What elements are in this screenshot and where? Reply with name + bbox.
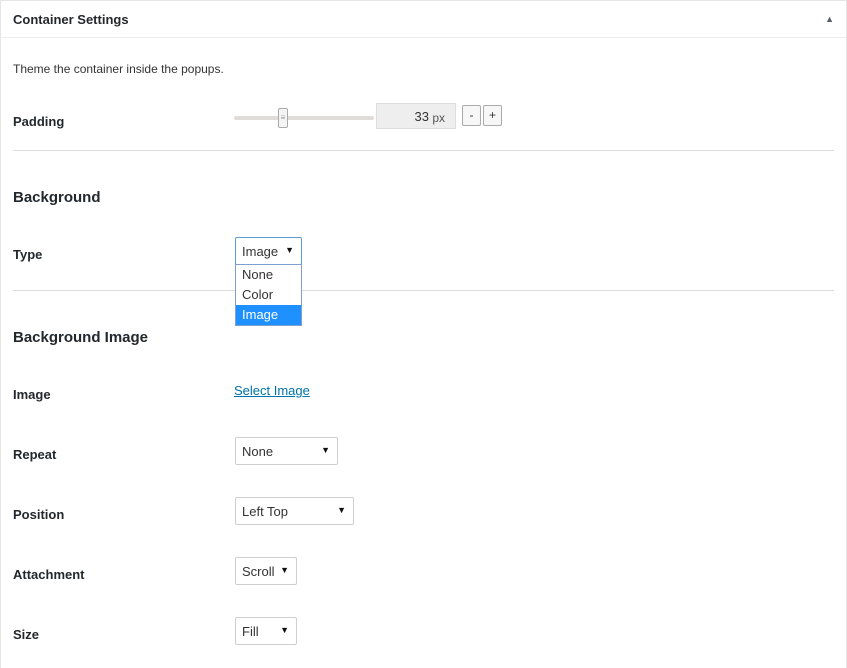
size-select-value: Fill — [242, 624, 259, 639]
size-label: Size — [13, 627, 40, 642]
panel-title: Container Settings — [13, 12, 129, 27]
repeat-select-value: None — [242, 444, 274, 459]
type-select[interactable]: Image ▼ — [235, 237, 302, 265]
grip-icon: ≡ — [280, 113, 286, 122]
panel-header[interactable]: Container Settings ▲ — [1, 1, 846, 38]
padding-number-input[interactable]: 33 px — [376, 103, 456, 129]
type-dropdown-list: None Color Image — [235, 264, 302, 326]
size-select[interactable]: Fill ▼ — [235, 617, 297, 645]
chevron-down-icon: ▼ — [280, 565, 289, 575]
background-heading: Background — [13, 189, 101, 206]
container-settings-panel: Container Settings ▲ Theme the container… — [0, 0, 847, 668]
padding-increment-button[interactable]: + — [483, 105, 502, 126]
select-image-link[interactable]: Select Image — [234, 383, 310, 398]
collapse-triangle-icon[interactable]: ▲ — [825, 14, 834, 24]
padding-unit: px — [432, 111, 445, 125]
padding-label: Padding — [13, 114, 65, 129]
type-option-image[interactable]: Image — [236, 305, 301, 325]
panel-description: Theme the container inside the popups. — [13, 62, 224, 76]
background-image-heading: Background Image — [13, 329, 149, 346]
repeat-label: Repeat — [13, 447, 57, 462]
padding-value: 33 — [414, 109, 429, 124]
position-label: Position — [13, 507, 65, 522]
repeat-select[interactable]: None ▼ — [235, 437, 338, 465]
type-label: Type — [13, 247, 43, 262]
chevron-down-icon: ▼ — [280, 625, 289, 635]
divider — [13, 150, 834, 151]
type-option-none[interactable]: None — [236, 265, 301, 285]
attachment-select[interactable]: Scroll ▼ — [235, 557, 297, 585]
padding-decrement-button[interactable]: - — [462, 105, 481, 126]
chevron-down-icon: ▼ — [285, 245, 294, 255]
type-option-color[interactable]: Color — [236, 285, 301, 305]
chevron-down-icon: ▼ — [321, 445, 330, 455]
divider — [13, 290, 834, 291]
attachment-select-value: Scroll — [242, 564, 275, 579]
padding-slider-handle[interactable]: ≡ — [278, 108, 288, 128]
position-select-value: Left Top — [242, 504, 289, 519]
attachment-label: Attachment — [13, 567, 85, 582]
chevron-down-icon: ▼ — [337, 505, 346, 515]
type-select-value: Image — [242, 244, 279, 259]
position-select[interactable]: Left Top ▼ — [235, 497, 354, 525]
image-label: Image — [13, 387, 51, 402]
padding-slider-track[interactable] — [234, 116, 374, 120]
